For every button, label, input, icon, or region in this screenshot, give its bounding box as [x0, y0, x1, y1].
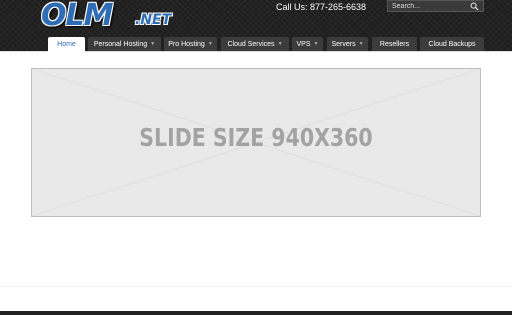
- nav-item-label: Cloud Backups: [428, 40, 476, 48]
- nav-item-cloud-services[interactable]: Cloud Services ▼: [221, 37, 289, 51]
- nav-item-label: Home: [57, 41, 76, 48]
- site-header: OLM .NET Call Us: 877-265-6638 Home Pers…: [0, 0, 512, 52]
- chevron-down-icon: ▼: [358, 41, 364, 47]
- nav-item-label: Servers: [331, 40, 356, 48]
- logo-suffix-text: .NET: [135, 12, 172, 28]
- search-box: [387, 0, 484, 12]
- nav-item-servers[interactable]: Servers ▼: [327, 37, 368, 51]
- nav-item-cloud-backups[interactable]: Cloud Backups: [420, 37, 484, 51]
- nav-item-label: Personal Hosting: [93, 40, 148, 48]
- nav-item-resellers[interactable]: Resellers: [372, 37, 417, 51]
- chevron-down-icon: ▼: [313, 41, 319, 47]
- slide-size-text: SLIDE SIZE 940X360: [139, 123, 373, 152]
- nav-item-label: VPS: [296, 40, 311, 48]
- footer-bar: [0, 311, 512, 315]
- slide-placeholder: SLIDE SIZE 940X360: [31, 68, 481, 217]
- nav-item-label: Pro Hosting: [168, 40, 205, 48]
- call-us-text: Call Us: 877-265-6638: [276, 2, 367, 12]
- nav-item-pro-hosting[interactable]: Pro Hosting ▼: [164, 37, 217, 51]
- search-icon[interactable]: [470, 2, 479, 11]
- search-input[interactable]: [392, 1, 468, 12]
- chevron-down-icon: ▼: [277, 41, 283, 47]
- logo-main-text: OLM: [41, 0, 113, 33]
- nav-item-personal-hosting[interactable]: Personal Hosting ▼: [88, 37, 161, 51]
- nav-item-vps[interactable]: VPS ▼: [292, 37, 323, 51]
- chevron-down-icon: ▼: [207, 41, 213, 47]
- chevron-down-icon: ▼: [150, 41, 156, 47]
- nav-item-label: Cloud Services: [227, 40, 275, 48]
- content-divider: [0, 286, 512, 287]
- nav-item-label: Resellers: [379, 40, 410, 48]
- nav-item-home[interactable]: Home: [48, 37, 85, 52]
